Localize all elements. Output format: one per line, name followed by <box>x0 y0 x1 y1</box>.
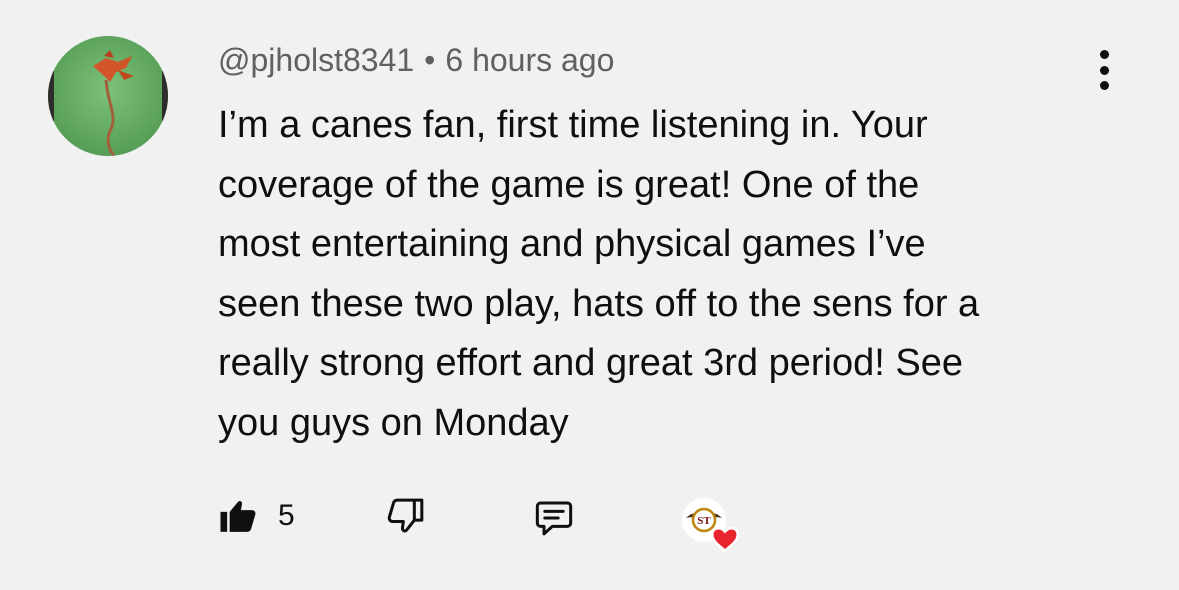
more-dot <box>1099 65 1109 75</box>
like-count: 5 <box>278 499 295 532</box>
avatar-bird-icon <box>48 36 168 156</box>
creator-heart[interactable]: ST <box>678 494 742 554</box>
comment-meta: @pjholst8341 • 6 hours ago <box>218 38 614 82</box>
reply-button[interactable] <box>534 498 574 538</box>
dislike-button[interactable] <box>386 496 426 536</box>
reply-comment-icon <box>535 501 573 536</box>
thumbs-down-icon <box>387 498 424 533</box>
comment-text: I’m a canes fan, first time listening in… <box>218 104 980 444</box>
more-vert-icon[interactable] <box>1086 46 1122 94</box>
avatar[interactable] <box>48 36 168 156</box>
meta-separator: • <box>424 42 436 78</box>
thumbs-up-icon <box>220 501 256 532</box>
comment-card: @pjholst8341 • 6 hours ago I’m a canes fan… <box>0 0 1179 590</box>
creator-heart-icon: ST <box>682 498 739 552</box>
creator-badge-text: ST <box>697 515 711 527</box>
more-dot <box>1099 50 1109 59</box>
more-dot <box>1099 81 1109 90</box>
comment-actions: 5 ST <box>0 490 1179 552</box>
author-handle[interactable]: @pjholst8341 <box>218 42 414 78</box>
comment-timestamp[interactable]: 6 hours ago <box>445 42 614 78</box>
like-button[interactable]: 5 <box>218 496 295 536</box>
